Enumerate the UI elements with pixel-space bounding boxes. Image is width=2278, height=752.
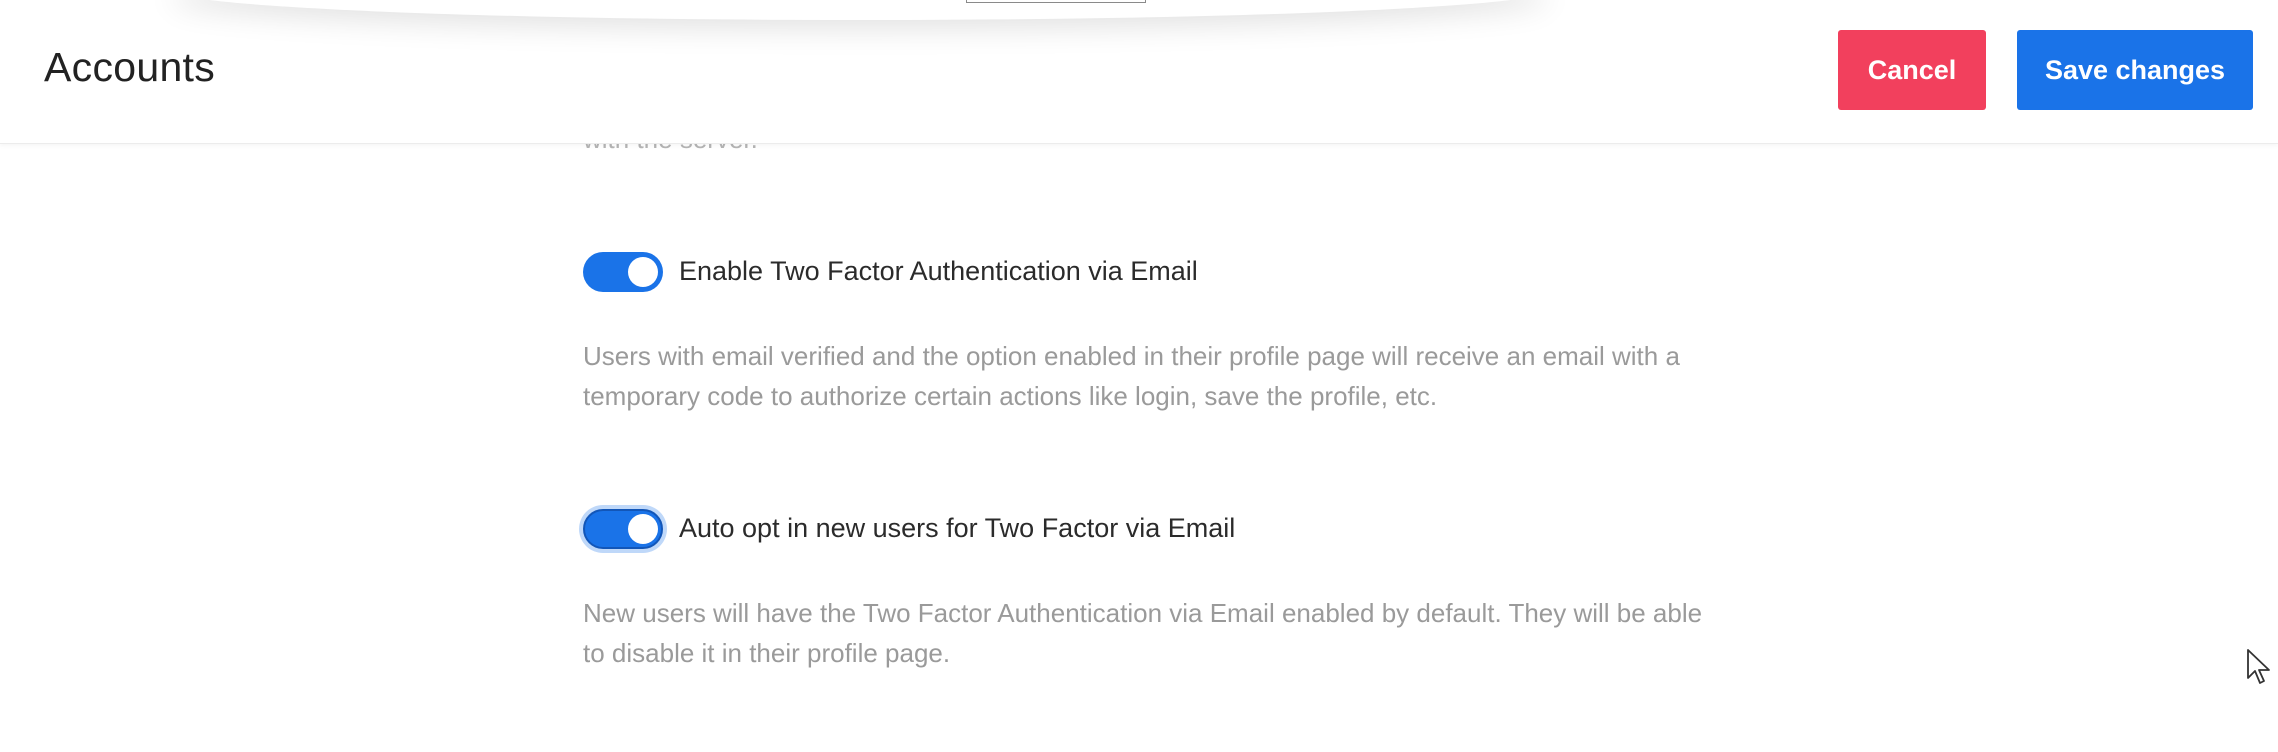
- save-changes-button[interactable]: Save changes: [2017, 30, 2253, 110]
- mouse-pointer-icon: [2247, 649, 2270, 684]
- two-factor-email-description: Users with email verified and the option…: [583, 341, 1680, 411]
- two-factor-email-toggle[interactable]: [583, 252, 663, 292]
- two-factor-email-label[interactable]: Enable Two Factor Authentication via Ema…: [679, 256, 1198, 287]
- dropdown-shadow: [170, 0, 1550, 20]
- auto-opt-in-description: New users will have the Two Factor Authe…: [583, 598, 1703, 668]
- accounts-settings-page: with the server. Accounts Cancel Save ch…: [0, 0, 2278, 752]
- cancel-button[interactable]: Cancel: [1838, 30, 1986, 110]
- setting-row: Enable Two Factor Authentication via Ema…: [583, 252, 1703, 292]
- toggle-knob: [628, 514, 658, 544]
- setting-auto-opt-in: Auto opt in new users for Two Factor via…: [583, 509, 1703, 668]
- setting-row: Auto opt in new users for Two Factor via…: [583, 509, 1703, 549]
- top-tab-edge: [966, 0, 1146, 3]
- page-header: Accounts Cancel Save changes: [0, 0, 2278, 144]
- setting-two-factor-email: Enable Two Factor Authentication via Ema…: [583, 252, 1703, 411]
- page-title: Accounts: [44, 44, 216, 90]
- auto-opt-in-toggle[interactable]: [583, 509, 663, 549]
- auto-opt-in-label[interactable]: Auto opt in new users for Two Factor via…: [679, 513, 1235, 544]
- toggle-knob: [628, 257, 658, 287]
